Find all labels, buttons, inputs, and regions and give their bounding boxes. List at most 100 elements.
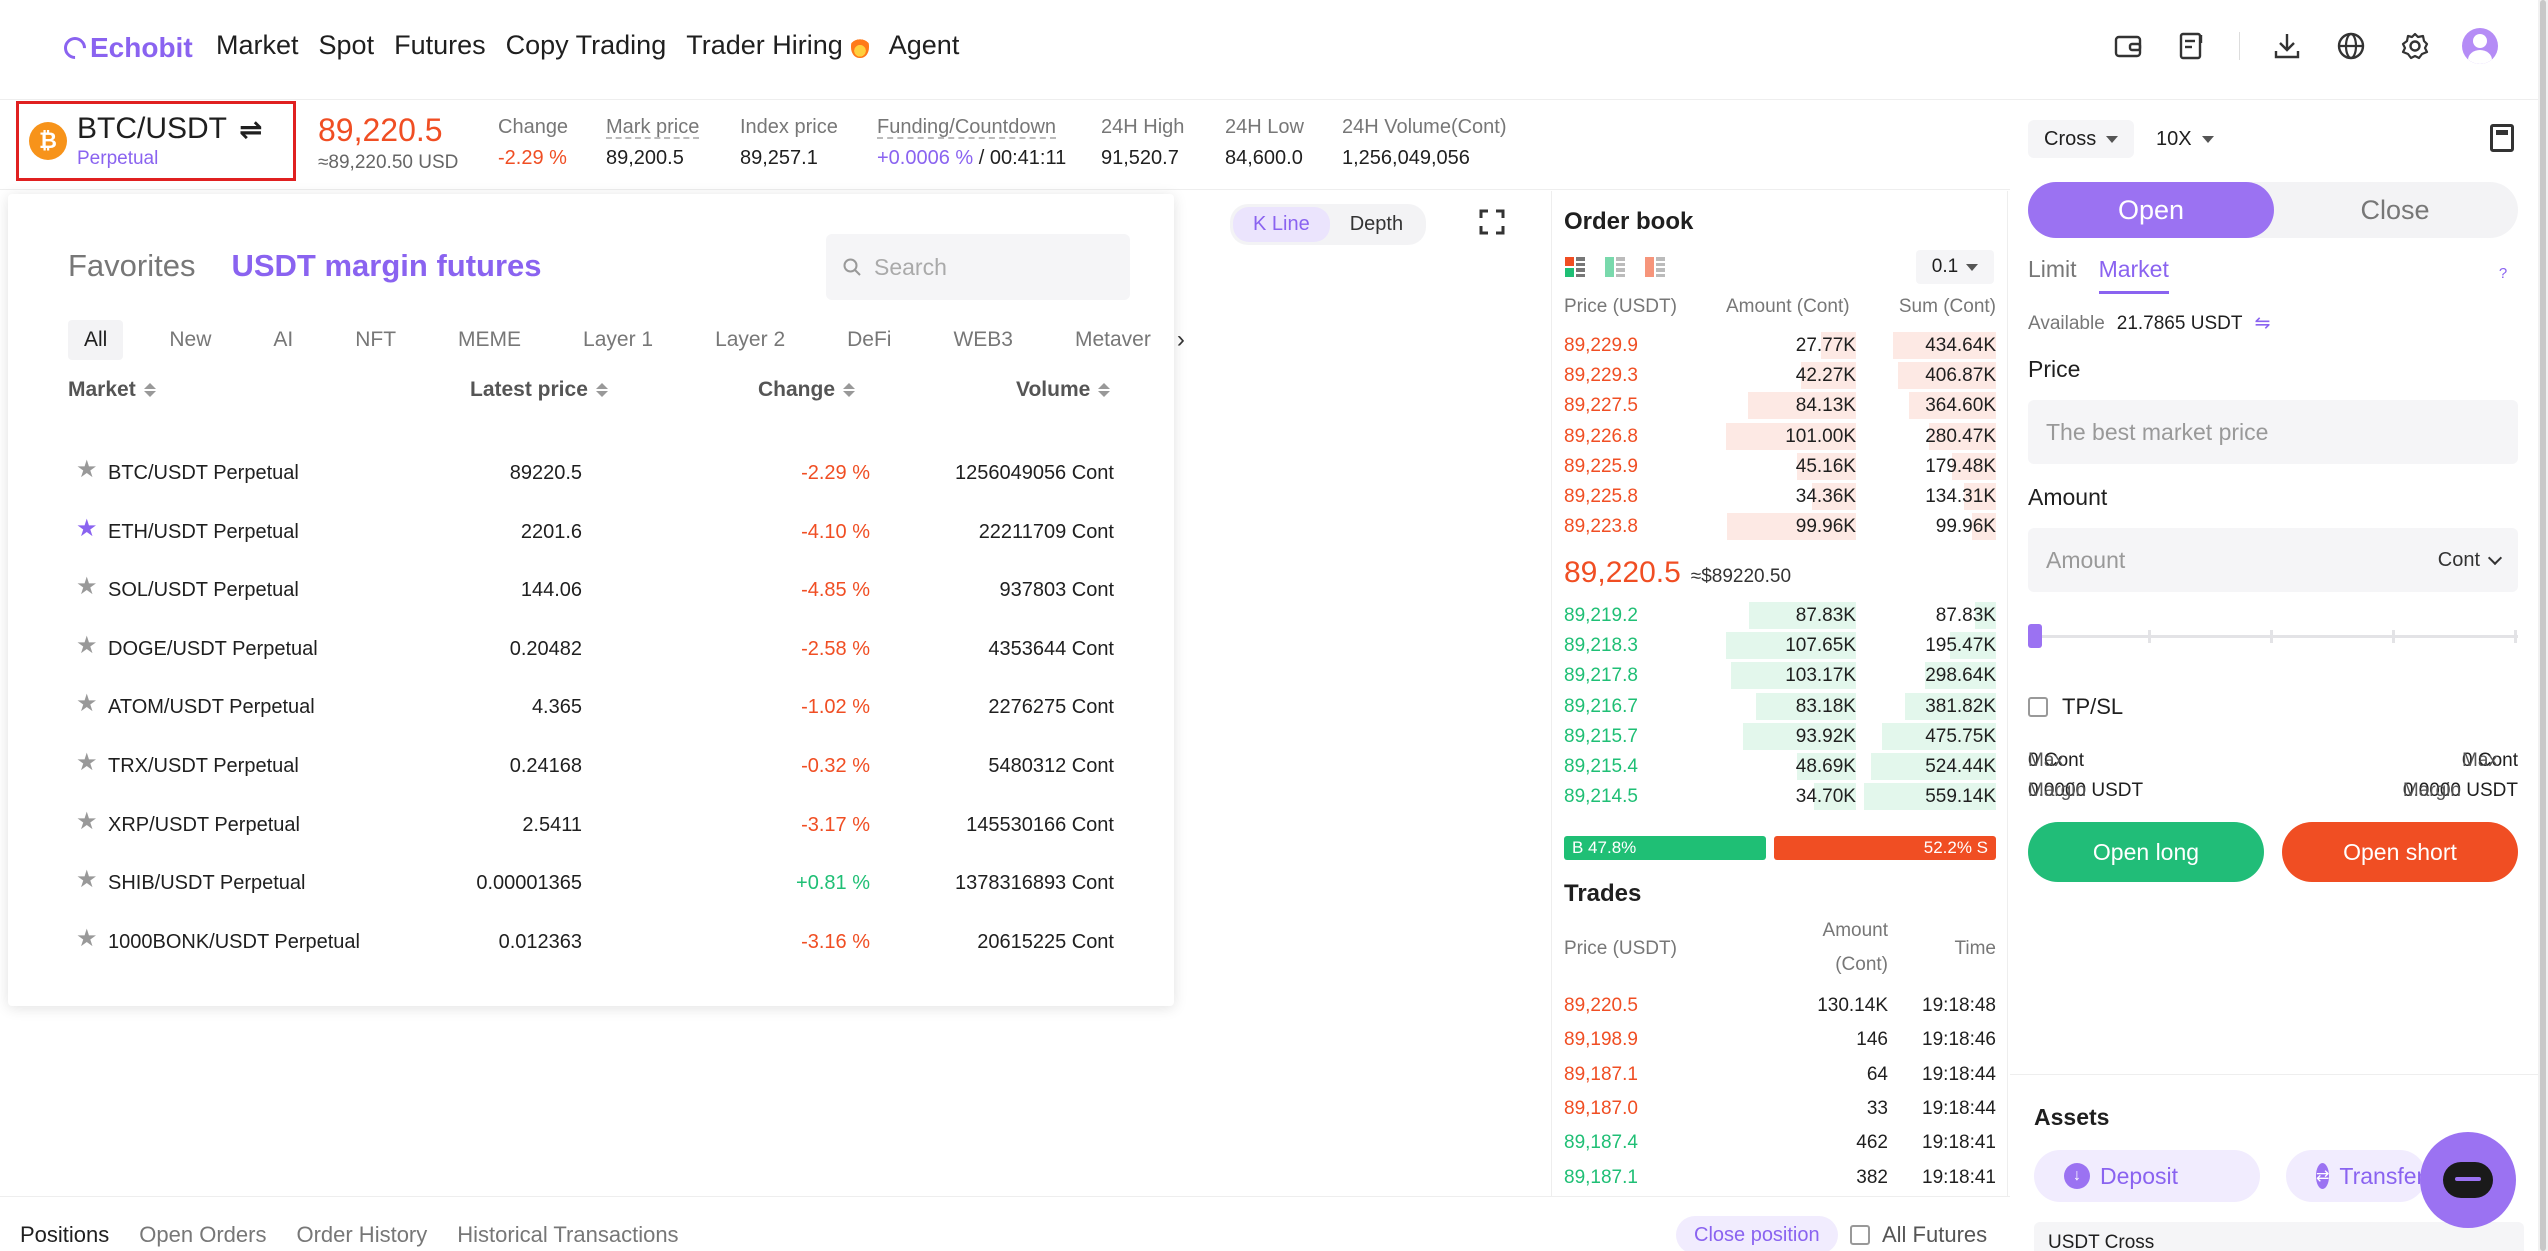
tab-limit[interactable]: Limit [2028, 256, 2077, 294]
amount-input[interactable] [2046, 546, 2406, 574]
scrollbar-thumb[interactable] [2540, 0, 2546, 1251]
ask-row[interactable]: 89,229.9 27.77K 434.64K [1564, 330, 1996, 360]
ask-row[interactable]: 89,225.9 45.16K 179.48K [1564, 451, 1996, 481]
star-icon[interactable]: ★ [76, 868, 100, 892]
calculator-icon[interactable] [2490, 124, 2514, 152]
tpsl-checkbox[interactable]: TP/SL [2028, 694, 2123, 720]
chat-support-button[interactable] [2420, 1132, 2516, 1228]
star-icon[interactable]: ★ [76, 692, 100, 716]
stat-label[interactable]: Funding/Countdown [877, 116, 1066, 139]
category-all[interactable]: All [68, 320, 124, 360]
bid-row[interactable]: 89,218.3 107.65K 195.47K [1564, 630, 1996, 660]
globe-icon[interactable] [2334, 29, 2368, 63]
category-layer-1[interactable]: Layer 1 [567, 320, 669, 360]
nav-futures[interactable]: Futures [394, 30, 486, 61]
pair-selector[interactable]: ₿ BTC/USDT ⇌ Perpetual [16, 101, 296, 181]
category-new[interactable]: New [153, 320, 227, 360]
category-nft[interactable]: NFT [339, 320, 412, 360]
ask-row[interactable]: 89,227.5 84.13K 364.60K [1564, 390, 1996, 420]
settings-icon[interactable] [2398, 29, 2432, 63]
wallet-icon[interactable] [2111, 29, 2145, 63]
all-futures-checkbox[interactable]: All Futures [1850, 1222, 1987, 1248]
help-icon[interactable]: ? [2492, 262, 2514, 284]
star-icon[interactable]: ★ [76, 809, 100, 834]
tab-positions[interactable]: Positions [20, 1222, 109, 1248]
deposit-button[interactable]: ↓ Deposit [2034, 1150, 2260, 1202]
market-row[interactable]: ★ TRX/USDT Perpetual 0.24168 -0.32 % 5480312… [68, 737, 1128, 795]
bid-row[interactable]: 89,216.7 83.18K 381.82K [1564, 691, 1996, 721]
category-meme[interactable]: MEME [442, 320, 537, 360]
tab-kline[interactable]: K Line [1233, 207, 1330, 242]
nav-market[interactable]: Market [216, 30, 299, 61]
view-bids-icon[interactable] [1604, 256, 1626, 283]
market-row[interactable]: ★ SOL/USDT Perpetual 144.06 -4.85 % 937803 C… [68, 561, 1128, 619]
market-row[interactable]: ★ 1000BONK/USDT Perpetual 0.012363 -3.16 % 2… [68, 913, 1128, 971]
col-latest-price[interactable]: Latest price [470, 378, 608, 402]
market-row[interactable]: ★ ETH/USDT Perpetual 2201.6 -4.10 % 22211709… [68, 503, 1128, 561]
view-both-icon[interactable] [1564, 256, 1586, 283]
nav-spot[interactable]: Spot [319, 30, 375, 61]
bid-row[interactable]: 89,215.4 48.69K 524.44K [1564, 751, 1996, 781]
close-tab[interactable]: Close [2272, 182, 2518, 238]
ask-row[interactable]: 89,225.8 34.36K 134.31K [1564, 481, 1996, 511]
star-icon[interactable]: ★ [76, 516, 100, 541]
bid-row[interactable]: 89,214.5 34.70K 559.14K [1564, 781, 1996, 811]
transfer-button[interactable]: ⇄ Transfer [2286, 1150, 2426, 1202]
amount-slider[interactable] [2028, 624, 2518, 648]
tab-depth[interactable]: Depth [1330, 207, 1423, 242]
chevron-right-icon[interactable]: › [1177, 326, 1185, 354]
star-icon[interactable]: ★ [76, 575, 100, 599]
star-icon[interactable]: ★ [76, 926, 100, 951]
star-icon[interactable]: ★ [76, 751, 100, 775]
nav-agent[interactable]: Agent [889, 30, 960, 61]
category-metaverse[interactable]: Metaver [1059, 320, 1167, 360]
download-icon[interactable] [2270, 29, 2304, 63]
tab-usdt-margin-futures[interactable]: USDT margin futures [231, 248, 541, 284]
tab-order-history[interactable]: Order History [296, 1222, 427, 1248]
bid-row[interactable]: 89,215.7 93.92K 475.75K [1564, 721, 1996, 751]
tab-market[interactable]: Market [2098, 256, 2169, 294]
view-asks-icon[interactable] [1644, 256, 1666, 283]
market-row[interactable]: ★ SHIB/USDT Perpetual 0.00001365 +0.81 % 137… [68, 854, 1128, 912]
stat-label[interactable]: Mark price [606, 116, 699, 139]
tab-favorites[interactable]: Favorites [68, 248, 195, 284]
open-long-button[interactable]: Open long [2028, 822, 2264, 882]
amount-unit-select[interactable]: Cont [2438, 549, 2503, 572]
precision-select[interactable]: 0.1 [1916, 250, 1994, 284]
ask-row[interactable]: 89,223.8 99.96K 99.96K [1564, 511, 1996, 541]
bid-row[interactable]: 89,217.8 103.17K 298.64K [1564, 660, 1996, 690]
avatar[interactable] [2462, 28, 2498, 64]
col-market[interactable]: Market [68, 378, 156, 402]
category-ai[interactable]: AI [257, 320, 309, 360]
market-row[interactable]: ★ ATOM/USDT Perpetual 4.365 -1.02 % 2276275 … [68, 678, 1128, 736]
open-short-button[interactable]: Open short [2282, 822, 2518, 882]
search-input[interactable] [874, 253, 1094, 281]
category-layer-2[interactable]: Layer 2 [699, 320, 801, 360]
usdt-cross-select[interactable]: USDT Cross [2034, 1222, 2524, 1251]
brand-logo[interactable]: Echobit [59, 32, 193, 64]
slider-thumb[interactable] [2028, 624, 2042, 648]
transfer-arrows-icon[interactable]: ⇋ [2254, 312, 2270, 335]
nav-trader-hiring[interactable]: Trader Hiring [686, 30, 869, 61]
orders-icon[interactable] [2175, 29, 2209, 63]
tab-open-orders[interactable]: Open Orders [139, 1222, 266, 1248]
col-change[interactable]: Change [758, 378, 856, 402]
price-input[interactable] [2046, 418, 2406, 446]
fullscreen-icon[interactable] [1478, 208, 1506, 236]
star-icon[interactable]: ★ [76, 458, 100, 482]
col-volume[interactable]: Volume [1016, 378, 1111, 402]
margin-mode-select[interactable]: Cross [2028, 120, 2135, 158]
market-row[interactable]: ★ XRP/USDT Perpetual 2.5411 -3.17 % 14553016… [68, 796, 1128, 854]
page-scrollbar[interactable] [2538, 0, 2548, 1251]
tab-historical-transactions[interactable]: Historical Transactions [457, 1222, 678, 1248]
close-position-button[interactable]: Close position [1676, 1216, 1838, 1251]
category-web3[interactable]: WEB3 [937, 320, 1029, 360]
ask-row[interactable]: 89,226.8 101.00K 280.47K [1564, 421, 1996, 451]
leverage-select[interactable]: 10X [2140, 120, 2230, 158]
ask-row[interactable]: 89,229.3 42.27K 406.87K [1564, 360, 1996, 390]
bid-row[interactable]: 89,219.2 87.83K 87.83K [1564, 600, 1996, 630]
market-row[interactable]: ★ DOGE/USDT Perpetual 0.20482 -2.58 % 435364… [68, 620, 1128, 678]
market-row[interactable]: ★ BTC/USDT Perpetual 89220.5 -2.29 % 1256049… [68, 444, 1128, 502]
nav-copy-trading[interactable]: Copy Trading [506, 30, 667, 61]
star-icon[interactable]: ★ [76, 633, 100, 658]
